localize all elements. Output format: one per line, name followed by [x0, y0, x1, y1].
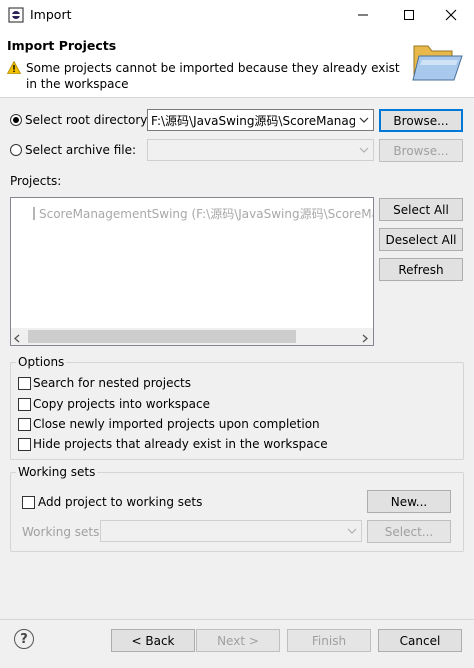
checkbox-icon[interactable]: [18, 417, 31, 431]
working-sets-combo[interactable]: [100, 520, 362, 542]
option-label: Hide projects that already exist in the …: [33, 437, 328, 451]
select-all-button[interactable]: Select All: [379, 198, 463, 221]
options-title: Options: [16, 355, 67, 369]
new-working-set-button[interactable]: New...: [367, 490, 451, 513]
archive-file-label: Select archive file:: [25, 143, 137, 157]
project-name: ScoreManagementSwing (F:\源码\JavaSwing源码\…: [39, 207, 373, 221]
window-title: Import: [30, 7, 72, 22]
scroll-left-icon[interactable]: [13, 332, 21, 346]
archive-file-radio[interactable]: [10, 144, 22, 159]
root-directory-radio[interactable]: [10, 114, 22, 129]
archive-file-combo[interactable]: [147, 139, 374, 161]
option-copy-projects[interactable]: Copy projects into workspace: [18, 397, 210, 411]
projects-label: Projects:: [10, 174, 62, 188]
radio-unchecked-icon: [10, 144, 22, 156]
refresh-button[interactable]: Refresh: [379, 258, 463, 281]
option-label: Copy projects into workspace: [33, 397, 211, 411]
add-to-working-sets[interactable]: Add project to working sets: [22, 495, 202, 509]
warning-icon: [6, 60, 22, 74]
archive-browse-button[interactable]: Browse...: [379, 139, 463, 162]
checkbox-icon[interactable]: [18, 397, 31, 411]
checkbox-icon[interactable]: [18, 437, 31, 451]
footer-separator: [0, 619, 474, 620]
radio-checked-icon: [10, 114, 22, 126]
root-directory-label: Select root directory:: [25, 113, 151, 127]
project-list[interactable]: ScoreManagementSwing (F:\源码\JavaSwing源码\…: [10, 197, 374, 346]
option-close-imported[interactable]: Close newly imported projects upon compl…: [18, 417, 320, 431]
page-title: Import Projects: [7, 38, 117, 53]
checkbox-icon[interactable]: [22, 495, 35, 509]
deselect-all-button[interactable]: Deselect All: [379, 228, 463, 251]
maximize-icon: [404, 10, 414, 20]
chevron-down-icon: [355, 140, 373, 160]
root-browse-button[interactable]: Browse...: [379, 109, 463, 132]
root-directory-combo[interactable]: F:\源码\JavaSwing源码\ScoreManagem: [147, 109, 374, 131]
minimize-icon: [358, 14, 368, 16]
project-checkbox[interactable]: [33, 207, 35, 220]
next-button[interactable]: Next >: [196, 629, 280, 652]
cancel-button[interactable]: Cancel: [378, 629, 462, 652]
finish-button[interactable]: Finish: [287, 629, 371, 652]
title-bar: Import: [0, 0, 474, 30]
root-directory-value: F:\源码\JavaSwing源码\ScoreManagem: [151, 113, 355, 128]
option-search-nested[interactable]: Search for nested projects: [18, 376, 191, 390]
list-item[interactable]: ScoreManagementSwing (F:\源码\JavaSwing源码\…: [33, 205, 373, 222]
scroll-thumb[interactable]: [28, 330, 296, 343]
warning-message: Some projects cannot be imported because…: [26, 61, 400, 91]
eclipse-icon: [8, 7, 24, 23]
folder-icon: [410, 36, 464, 86]
dialog-header: Import Projects Some projects cannot be …: [0, 30, 474, 98]
option-hide-existing[interactable]: Hide projects that already exist in the …: [18, 437, 328, 451]
horizontal-scrollbar[interactable]: [11, 328, 373, 345]
maximize-button[interactable]: [386, 0, 432, 30]
working-sets-title: Working sets: [16, 465, 98, 479]
working-sets-label: Working sets:: [22, 525, 104, 539]
minimize-button[interactable]: [340, 0, 386, 30]
checkbox-icon[interactable]: [18, 376, 31, 390]
chevron-down-icon: [343, 521, 361, 541]
back-button[interactable]: < Back: [111, 629, 195, 652]
option-label: Close newly imported projects upon compl…: [33, 417, 320, 431]
add-to-working-sets-label: Add project to working sets: [38, 495, 203, 509]
close-icon: [445, 9, 457, 21]
option-label: Search for nested projects: [33, 376, 192, 390]
help-icon[interactable]: ?: [14, 629, 34, 649]
chevron-down-icon: [355, 110, 373, 130]
select-working-set-button[interactable]: Select...: [367, 520, 451, 543]
close-button[interactable]: [428, 0, 474, 30]
scroll-right-icon[interactable]: [361, 332, 369, 346]
